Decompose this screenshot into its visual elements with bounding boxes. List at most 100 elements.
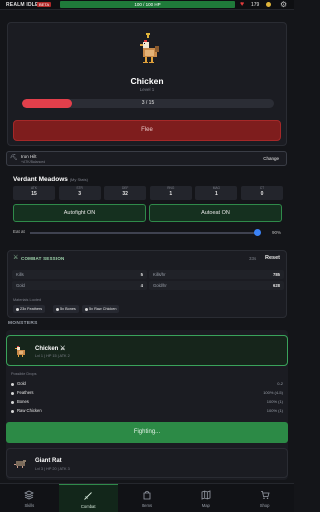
eat-at-slider[interactable] xyxy=(30,232,258,234)
enemy-hp-bar: 3 / 15 xyxy=(22,99,274,108)
drop-row: Feathers 100% (4-5) xyxy=(11,390,283,397)
heart-icon: ♥ xyxy=(240,1,245,8)
location-title: Verdant Meadows (My Stats) xyxy=(13,176,88,183)
drop-row: Raw Chicken 100% (1) xyxy=(11,408,283,415)
bone-icon xyxy=(56,307,59,311)
map-icon xyxy=(201,490,211,500)
chicken-sprite-icon xyxy=(140,33,159,63)
nav-items[interactable]: Items xyxy=(118,484,177,512)
metric-value: 628 xyxy=(273,283,280,288)
feather-icon xyxy=(11,392,14,395)
bottom-nav: Skills Combat Items Map Shop xyxy=(0,483,294,512)
stat-value: 0 xyxy=(260,191,264,197)
gold-icon xyxy=(11,383,14,386)
eat-at-label: Eat at xyxy=(13,229,25,234)
location-name: Verdant Meadows xyxy=(13,176,68,183)
metric-gold-hr: Gold/hr 628 xyxy=(149,281,284,290)
nav-shop[interactable]: Shop xyxy=(235,484,294,512)
enemy-level: Level 1 xyxy=(139,87,155,92)
metric-label: Kills xyxy=(16,272,24,277)
metric-label: Gold xyxy=(16,283,25,288)
stat-atk: ATK 15 xyxy=(13,186,55,200)
stat-value: 1 xyxy=(215,191,218,197)
metric-value: 5 xyxy=(140,272,143,277)
monster-name: Giant Rat xyxy=(35,458,62,464)
bag-icon xyxy=(143,490,151,500)
flee-button[interactable]: Flee xyxy=(13,120,281,141)
stat-value: 1 xyxy=(169,191,173,197)
cart-icon xyxy=(260,491,270,499)
stat-value: 3 xyxy=(78,191,81,197)
material-chip-label: 5x Bones xyxy=(60,307,76,311)
stat-def: DEF 32 xyxy=(104,186,147,200)
possible-drops-label: Possible Drops xyxy=(11,372,37,376)
material-chip: 23x Feathers xyxy=(13,305,46,313)
layers-icon xyxy=(24,490,35,500)
nav-label: Skills xyxy=(24,503,35,508)
drop-name: Gold xyxy=(17,381,26,386)
metric-gold: Gold 4 xyxy=(12,281,147,290)
material-chip-label: 23x Feathers xyxy=(20,307,43,311)
nav-label: Combat xyxy=(80,504,96,509)
stat-value: 32 xyxy=(122,191,128,197)
app-title: REALM IDLE xyxy=(6,2,39,8)
chicken-icon xyxy=(15,346,25,357)
raw-chicken-icon xyxy=(85,307,88,311)
session-title: COMBAT SESSION xyxy=(21,256,65,261)
drop-chance: 100% (1) xyxy=(266,399,283,404)
drop-name: Raw Chicken xyxy=(17,408,42,413)
sword-icon xyxy=(84,492,93,500)
nav-label: Map xyxy=(201,503,210,508)
metric-value: 785 xyxy=(273,272,280,277)
coin-icon xyxy=(266,2,271,7)
bone-icon xyxy=(11,401,14,404)
gear-icon[interactable]: ⚙ xyxy=(280,0,287,9)
equipment-name: Iron Hilt xyxy=(21,153,37,159)
monster-name: Chicken ⚔ xyxy=(35,345,65,352)
rat-icon xyxy=(14,460,26,468)
monster-card-giant-rat[interactable]: Giant Rat Lvl 3 | HP 20 | ATK 3 xyxy=(6,448,288,478)
drop-row: Gold 0-2 xyxy=(11,381,283,388)
drop-name: Bones xyxy=(17,399,29,404)
drop-name: Feathers xyxy=(17,390,34,395)
monster-card-chicken[interactable]: Chicken ⚔ Lvl 1 | HP 15 | ATK 2 xyxy=(6,335,288,366)
material-chip-label: 5x Raw Chicken xyxy=(89,307,117,311)
location-subtitle: (My Stats) xyxy=(69,177,88,182)
pickaxe-icon: ⛏ xyxy=(10,155,18,161)
fighting-button[interactable]: Fighting... xyxy=(6,422,288,443)
drop-chance: 0-2 xyxy=(277,381,283,386)
nav-map[interactable]: Map xyxy=(176,484,235,512)
monster-name-text: Chicken xyxy=(35,346,59,352)
nav-skills[interactable]: Skills xyxy=(0,484,59,512)
reset-button[interactable]: Reset xyxy=(265,255,280,261)
drop-chance: 100% (1) xyxy=(266,408,283,413)
change-equipment-button[interactable]: Change xyxy=(263,156,279,161)
drop-row: Bones 100% (1) xyxy=(11,399,283,406)
autofight-toggle[interactable]: Autofight ON xyxy=(13,204,146,222)
beta-badge: BETA xyxy=(37,2,52,7)
crossed-swords-icon: ⚔ xyxy=(60,346,66,352)
gold-count: 179 xyxy=(251,2,260,8)
drop-chance: 100% (4-5) xyxy=(263,390,283,395)
crossed-swords-icon: ⚔ xyxy=(13,255,19,261)
eat-at-slider-thumb[interactable] xyxy=(254,229,261,236)
top-bar: REALM IDLE BETA 100 / 100 HP ♥ 179 ⚙ xyxy=(0,0,294,10)
enemy-name: Chicken xyxy=(130,76,164,86)
metric-label: Gold/hr xyxy=(153,283,167,288)
player-hp-text: 100 / 100 HP xyxy=(134,2,161,7)
session-time: 33s xyxy=(249,256,257,261)
stat-str: STR 3 xyxy=(58,186,101,200)
eat-at-slider-fill xyxy=(30,232,258,234)
raw-chicken-icon xyxy=(11,410,14,413)
material-chip: 5x Raw Chicken xyxy=(82,305,120,313)
stat-value: 15 xyxy=(31,191,37,197)
nav-combat[interactable]: Combat xyxy=(58,484,118,512)
stat-ct: CT 0 xyxy=(241,186,283,200)
monster-list: Chicken ⚔ Lvl 1 | HP 15 | ATK 2 Possible… xyxy=(6,330,288,480)
stat-mag: MAG 1 xyxy=(195,186,238,200)
monster-stats: Lvl 3 | HP 20 | ATK 3 xyxy=(35,467,70,471)
eat-at-value: 90% xyxy=(272,230,282,235)
nav-label: Items xyxy=(141,503,153,508)
stat-rng: RNG 1 xyxy=(149,186,192,200)
autoeat-toggle[interactable]: Autoeat ON xyxy=(149,204,282,222)
